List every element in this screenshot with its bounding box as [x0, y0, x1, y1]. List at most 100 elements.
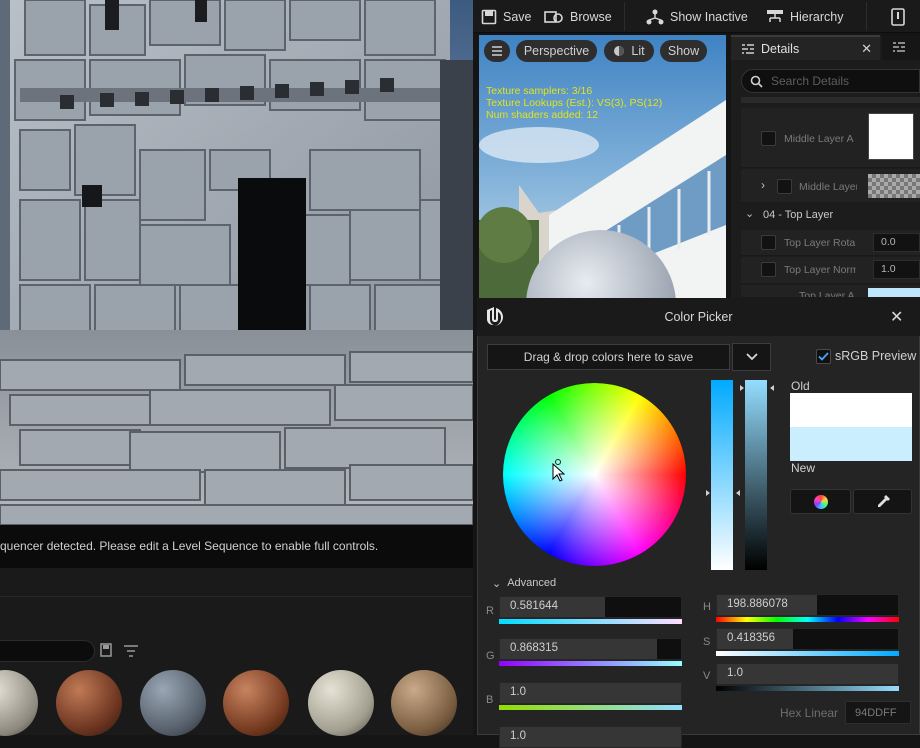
top-layer-rot-field[interactable]: 0.0: [873, 233, 920, 252]
close-icon[interactable]: ✕: [890, 307, 903, 327]
toolbar-separator: [866, 2, 867, 31]
menu-icon: [492, 46, 502, 56]
v-label: V: [703, 670, 711, 682]
color-themes-icon: [813, 494, 828, 509]
tab-details[interactable]: Details ✕: [731, 35, 880, 60]
property-row: › Middle Layer: [741, 169, 920, 203]
material-thumbnail[interactable]: [308, 670, 374, 736]
browse-button[interactable]: Browse: [544, 0, 612, 33]
slider-handle[interactable]: [706, 485, 740, 496]
g-gradient: [499, 661, 682, 666]
material-thumbnail[interactable]: [391, 670, 457, 736]
old-color-swatch[interactable]: [790, 393, 912, 427]
close-tab-icon[interactable]: ✕: [861, 41, 872, 57]
material-thumbnail[interactable]: [56, 670, 122, 736]
b-label: B: [486, 694, 494, 706]
top-layer-norm-field[interactable]: 1.0: [873, 260, 920, 279]
viewport-scene: [0, 0, 473, 525]
show-inactive-button[interactable]: Show Inactive: [646, 0, 748, 33]
mouse-cursor-icon: [552, 463, 565, 482]
layers-icon: [893, 42, 905, 52]
saturation-slider[interactable]: [711, 380, 733, 570]
hierarchy-icon: [767, 9, 783, 22]
device-icon: [891, 7, 905, 26]
save-icon: [481, 9, 497, 24]
show-button[interactable]: Show: [660, 40, 707, 62]
v-input[interactable]: 1.0: [716, 663, 899, 685]
lit-icon: [614, 46, 625, 56]
filter-icon[interactable]: [123, 644, 139, 658]
level-viewport[interactable]: [0, 0, 473, 525]
a-input[interactable]: 1.0: [499, 726, 682, 748]
material-thumbnail[interactable]: [140, 670, 206, 736]
property-label: Middle Layer A: [784, 133, 854, 145]
browse-icon: [544, 10, 563, 23]
h-gradient: [716, 617, 899, 622]
divider: [0, 596, 473, 597]
color-wheel[interactable]: [503, 383, 686, 566]
expand-arrow-icon[interactable]: ›: [761, 178, 765, 192]
eyedropper-button[interactable]: [853, 489, 912, 514]
details-search-input[interactable]: Search Details: [741, 69, 920, 93]
s-input[interactable]: 0.418356: [716, 628, 899, 650]
preview-viewport[interactable]: [479, 35, 726, 300]
texture-thumbnail[interactable]: [868, 113, 914, 160]
b-input[interactable]: 1.0: [499, 682, 682, 704]
texture-lookups-stat: Texture Lookups (Est.): VS(3), PS(12): [486, 97, 663, 109]
b-gradient: [499, 705, 682, 710]
property-row: Top Layer Rota 0.0: [741, 230, 920, 256]
new-color-swatch[interactable]: [790, 427, 912, 461]
r-input[interactable]: 0.581644: [499, 596, 682, 618]
property-label: Top Layer Norm: [784, 264, 856, 276]
collapse-arrow-icon: ⌄: [745, 208, 755, 220]
s-gradient: [716, 651, 899, 656]
save-button[interactable]: Save: [481, 0, 532, 33]
slider-handle[interactable]: [740, 380, 774, 391]
hierarchy-button[interactable]: Hierarchy: [766, 0, 844, 33]
save-icon[interactable]: [100, 643, 112, 657]
content-search-input[interactable]: [0, 640, 95, 662]
middle-layer-a-checkbox[interactable]: [761, 131, 776, 146]
hex-linear-input[interactable]: 94DDFF: [845, 701, 911, 724]
perspective-button[interactable]: Perspective: [516, 40, 597, 62]
saved-colors-dropdown[interactable]: [732, 343, 771, 371]
old-color-label: Old: [791, 379, 810, 393]
tab-layers[interactable]: [882, 35, 920, 60]
r-label: R: [486, 605, 494, 617]
saved-colors-dropzone[interactable]: Drag & drop colors here to save: [487, 344, 730, 370]
texture-thumbnail[interactable]: [868, 174, 920, 198]
eyedropper-icon: [877, 494, 890, 507]
material-thumbnail[interactable]: [223, 670, 289, 736]
property-row: Top Layer Norm 1.0: [741, 257, 920, 284]
lit-button[interactable]: Lit: [604, 40, 654, 62]
collapse-arrow-icon: ⌄: [492, 578, 502, 590]
top-layer-rot-checkbox[interactable]: [761, 235, 776, 250]
g-label: G: [486, 650, 495, 662]
sequencer-message: quencer detected. Please edit a Level Se…: [0, 525, 473, 568]
new-color-label: New: [791, 461, 816, 475]
toolbar-separator: [624, 2, 625, 31]
middle-layer-checkbox[interactable]: [777, 179, 792, 194]
top-layer-norm-checkbox[interactable]: [761, 262, 776, 277]
srgb-preview-checkbox[interactable]: [816, 349, 831, 364]
viewport-options-button[interactable]: [484, 40, 510, 62]
details-icon: [742, 43, 754, 54]
section-header[interactable]: ⌄ 04 - Top Layer: [741, 205, 920, 227]
property-row: Top Layer A: [741, 285, 920, 298]
g-input[interactable]: 0.868315: [499, 638, 682, 660]
color-swatch[interactable]: [868, 288, 920, 297]
h-input[interactable]: 198.886078: [716, 594, 899, 616]
value-slider[interactable]: [745, 380, 767, 570]
r-gradient: [499, 619, 682, 624]
preview-scene: [479, 35, 726, 300]
srgb-preview-label: sRGB Preview: [835, 349, 917, 363]
platform-button[interactable]: [890, 0, 906, 33]
advanced-toggle[interactable]: ⌄ Advanced: [492, 577, 556, 590]
color-picker-titlebar[interactable]: Color Picker ✕: [477, 298, 920, 336]
chevron-down-icon: [745, 353, 758, 361]
color-themes-button[interactable]: [790, 489, 851, 514]
details-scroll-divider: [741, 97, 920, 103]
texture-samplers-stat: Texture samplers: 3/16: [486, 85, 593, 97]
s-label: S: [703, 636, 711, 648]
h-label: H: [703, 601, 711, 613]
